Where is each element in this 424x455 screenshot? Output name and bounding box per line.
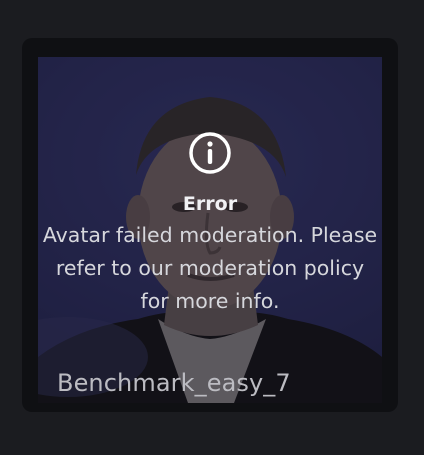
error-description: Avatar failed moderation. Please refer t… — [42, 223, 378, 313]
error-title: Error — [182, 193, 238, 215]
avatar-card[interactable]: Error Avatar failed moderation. Please r… — [22, 38, 398, 412]
moderation-error-message: Error Avatar failed moderation. Please r… — [38, 131, 382, 318]
avatar-thumbnail: Error Avatar failed moderation. Please r… — [38, 57, 382, 403]
info-icon — [189, 132, 231, 174]
avatar-name-label: Benchmark_easy_7 — [57, 369, 291, 397]
